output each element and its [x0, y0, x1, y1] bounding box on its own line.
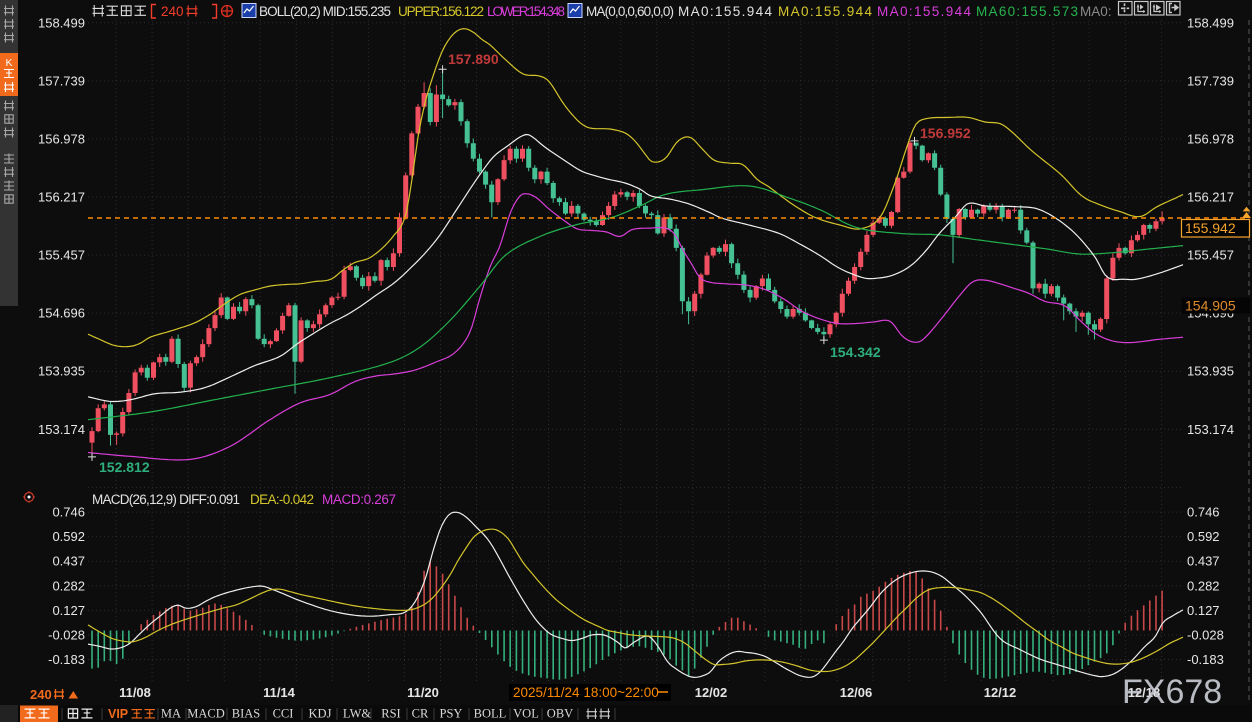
svg-text:11/08: 11/08	[119, 685, 151, 700]
svg-text:156.978: 156.978	[1187, 131, 1234, 146]
svg-text:153.174: 153.174	[1187, 422, 1234, 437]
svg-text:0.282: 0.282	[52, 578, 85, 593]
svg-text:12/12: 12/12	[984, 685, 1017, 700]
svg-text:157.739: 157.739	[1187, 73, 1234, 88]
svg-text:153.935: 153.935	[38, 364, 85, 379]
svg-text:MACD:0.267: MACD:0.267	[322, 492, 396, 507]
svg-text:MA0:155.944: MA0:155.944	[778, 4, 872, 19]
svg-text:CR: CR	[412, 707, 429, 721]
svg-text:DEA:-0.042: DEA:-0.042	[250, 492, 314, 507]
svg-text:MA60:155.573: MA60:155.573	[976, 4, 1078, 19]
svg-text:MA(0,0,0,60,0,0): MA(0,0,0,60,0,0)	[586, 4, 674, 19]
svg-text:12/06: 12/06	[840, 685, 873, 700]
svg-text:154.696: 154.696	[38, 306, 85, 321]
svg-text:12/02: 12/02	[695, 685, 728, 700]
svg-text:0.746: 0.746	[52, 505, 85, 520]
svg-text:156.978: 156.978	[38, 131, 85, 146]
svg-text:155.942: 155.942	[1185, 220, 1236, 236]
svg-text:BIAS: BIAS	[232, 707, 261, 721]
svg-text:LW&: LW&	[343, 707, 372, 721]
svg-text:-0.183: -0.183	[48, 652, 85, 667]
svg-text:0.746: 0.746	[1187, 505, 1220, 520]
svg-text:0.282: 0.282	[1187, 578, 1220, 593]
svg-text:KDJ: KDJ	[309, 707, 332, 721]
svg-text:156.952: 156.952	[920, 125, 971, 141]
svg-text:MA0:155.944: MA0:155.944	[678, 4, 772, 19]
svg-text:RSI: RSI	[381, 707, 400, 721]
svg-text:K: K	[5, 57, 12, 69]
svg-text:UPPER:156.122: UPPER:156.122	[398, 4, 484, 19]
svg-text:157.739: 157.739	[38, 73, 85, 88]
svg-text:FX678: FX678	[1122, 673, 1222, 711]
svg-text:-0.183: -0.183	[1187, 652, 1224, 667]
svg-text:158.499: 158.499	[1187, 15, 1234, 30]
svg-text:VIP: VIP	[108, 707, 128, 721]
svg-text:0.127: 0.127	[52, 603, 85, 618]
svg-text:11/20: 11/20	[407, 685, 439, 700]
svg-text:0.592: 0.592	[52, 529, 85, 544]
svg-text:MA0:: MA0:	[1080, 4, 1112, 19]
svg-text:156.217: 156.217	[1187, 190, 1234, 205]
svg-text:MA: MA	[161, 707, 181, 721]
svg-text:MA0:155.944: MA0:155.944	[877, 4, 971, 19]
svg-text:2025/11/24 18:00~22:00: 2025/11/24 18:00~22:00	[513, 685, 659, 700]
svg-text:BOLL: BOLL	[474, 707, 507, 721]
svg-text:0.437: 0.437	[52, 554, 85, 569]
svg-text:LOWER:154.348: LOWER:154.348	[487, 4, 565, 19]
svg-text:0.437: 0.437	[1187, 554, 1220, 569]
svg-text:11/14: 11/14	[263, 685, 296, 700]
svg-text:155.457: 155.457	[38, 248, 85, 263]
svg-text:158.499: 158.499	[38, 15, 85, 30]
svg-text:240: 240	[161, 4, 184, 19]
svg-text:154.342: 154.342	[830, 344, 881, 360]
svg-text:OBV: OBV	[547, 707, 573, 721]
svg-text:BOLL(20,2) MID:155.235: BOLL(20,2) MID:155.235	[259, 4, 391, 19]
svg-text:153.174: 153.174	[38, 422, 85, 437]
svg-text:PSY: PSY	[440, 707, 463, 721]
svg-text:152.812: 152.812	[99, 459, 150, 475]
svg-text:0.592: 0.592	[1187, 529, 1220, 544]
svg-text:154.905: 154.905	[1185, 298, 1236, 314]
svg-text:-0.028: -0.028	[48, 628, 85, 643]
svg-text:MACD(26,12,9) DIFF:0.091: MACD(26,12,9) DIFF:0.091	[92, 492, 240, 507]
svg-text:240: 240	[30, 687, 52, 702]
svg-text:VOL: VOL	[513, 707, 539, 721]
svg-text:-0.028: -0.028	[1187, 628, 1224, 643]
svg-text:153.935: 153.935	[1187, 364, 1234, 379]
svg-text:157.890: 157.890	[448, 51, 499, 67]
svg-text:156.217: 156.217	[38, 190, 85, 205]
svg-text:155.457: 155.457	[1187, 248, 1234, 263]
svg-text:0.127: 0.127	[1187, 603, 1220, 618]
svg-text:MACD: MACD	[187, 707, 225, 721]
svg-text:CCI: CCI	[273, 707, 294, 721]
